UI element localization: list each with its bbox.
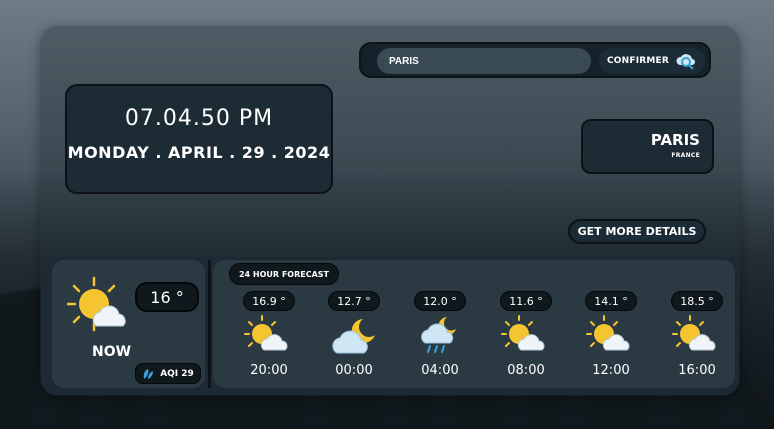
- country-name: FRANCE: [671, 152, 700, 159]
- moon-rain-cloud-icon: [421, 317, 456, 353]
- forecast-time: 16:00: [678, 363, 716, 378]
- confirm-button[interactable]: CONFIRMER: [599, 48, 705, 74]
- confirm-button-label: CONFIRMER: [606, 56, 670, 66]
- forecast-time: 04:00: [421, 363, 459, 378]
- forecast-time: 12:00: [592, 363, 630, 378]
- forecast-time: 08:00: [507, 363, 545, 378]
- city-search-input[interactable]: [377, 48, 591, 74]
- forecast-temp: 11.6 °: [500, 291, 552, 311]
- forecast-slot: 16.9 ° 20:00: [236, 291, 306, 383]
- forecast-temp: 16.9 °: [243, 291, 295, 311]
- aqi-badge: AQI 29: [135, 363, 201, 384]
- clock-panel: 07.04.50 PM MONDAY . APRIL . 29 . 2024: [65, 84, 333, 194]
- forecast-temp: 14.1 °: [585, 291, 637, 311]
- location-panel: PARIS FRANCE: [581, 119, 714, 174]
- cloud-search-icon: [676, 54, 696, 70]
- sun-behind-cloud-icon: [586, 315, 630, 351]
- forecast-temp: 12.0 °: [414, 291, 466, 311]
- leaf-icon: [143, 368, 154, 379]
- sun-behind-cloud-icon: [501, 315, 545, 351]
- forecast-slot: 11.6 ° 08:00: [493, 291, 563, 383]
- sun-behind-cloud-icon: [244, 315, 288, 351]
- forecast-temp: 12.7 °: [328, 291, 380, 311]
- forecast-slot: 14.1 ° 12:00: [578, 291, 648, 383]
- panel-divider: [208, 260, 211, 388]
- now-label: NOW: [92, 344, 132, 360]
- forecast-temp: 18.5 °: [671, 291, 723, 311]
- forecast-title: 24 HOUR FORECAST: [229, 263, 339, 285]
- forecast-time: 20:00: [250, 363, 288, 378]
- get-more-details-button[interactable]: GET MORE DETAILS: [568, 219, 706, 244]
- current-temperature: 16 °: [135, 282, 199, 312]
- city-name: PARIS: [650, 131, 700, 149]
- forecast-slot: 12.7 ° 00:00: [321, 291, 391, 383]
- current-date: MONDAY . APRIL . 29 . 2024: [67, 143, 331, 162]
- search-bar: CONFIRMER: [359, 42, 711, 78]
- moon-cloud-icon: [332, 319, 375, 354]
- forecast-slot: 12.0 ° 04:00: [407, 291, 477, 383]
- sun-behind-cloud-icon: [66, 276, 126, 332]
- sun-behind-cloud-icon: [672, 315, 716, 351]
- current-time: 07.04.50 PM: [124, 106, 274, 131]
- aqi-value: AQI 29: [160, 368, 194, 379]
- forecast-time: 00:00: [335, 363, 373, 378]
- forecast-slot: 18.5 ° 16:00: [664, 291, 734, 383]
